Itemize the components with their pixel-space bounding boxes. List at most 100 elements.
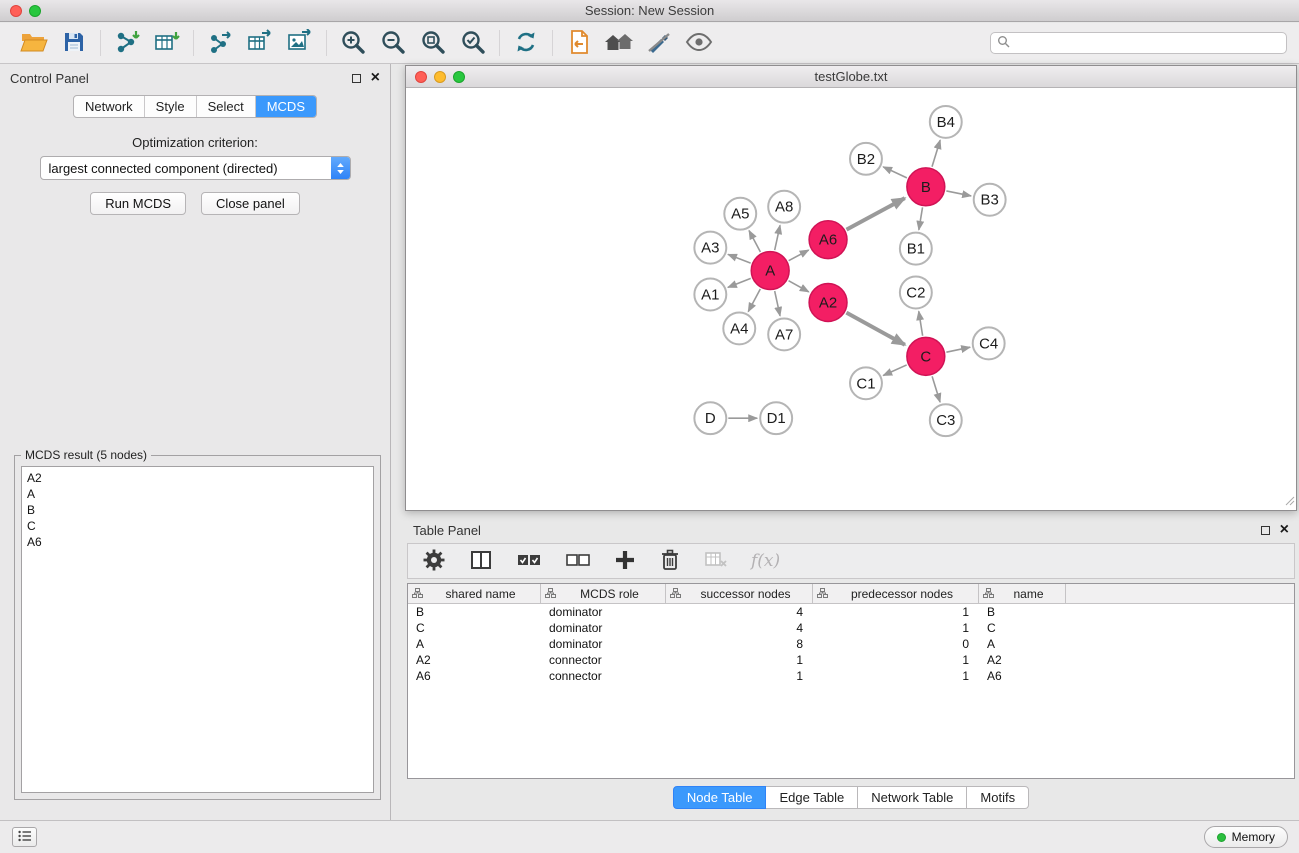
graph-edge-C-C4[interactable]	[946, 347, 970, 352]
network-zoom-button[interactable]	[453, 71, 465, 83]
table-row[interactable]: Bdominator41B	[408, 604, 1294, 620]
zoom-window-button[interactable]	[29, 5, 41, 17]
table-row[interactable]: Adominator80A	[408, 636, 1294, 652]
graph-node-A8[interactable]: A8	[768, 191, 800, 223]
select-all-columns-button[interactable]	[516, 550, 542, 573]
graph-edge-A-A5[interactable]	[749, 230, 760, 252]
graph-edge-A-A8[interactable]	[775, 225, 780, 250]
open-session-button[interactable]	[18, 27, 50, 59]
close-table-panel-icon[interactable]: ×	[1280, 524, 1289, 536]
mcds-result-list[interactable]: A2ABCA6	[21, 466, 374, 793]
export-table-button[interactable]	[244, 27, 276, 59]
table-settings-button[interactable]	[422, 548, 446, 575]
graph-node-C2[interactable]: C2	[900, 277, 932, 309]
result-item[interactable]: B	[27, 502, 368, 518]
export-image-button[interactable]	[284, 27, 316, 59]
tab-motifs[interactable]: Motifs	[967, 786, 1029, 809]
tab-network-table[interactable]: Network Table	[858, 786, 967, 809]
graph-edge-C-C3[interactable]	[932, 376, 940, 402]
table-row[interactable]: Cdominator41C	[408, 620, 1294, 636]
graph-edge-C-C2[interactable]	[919, 311, 923, 335]
tab-edge-table[interactable]: Edge Table	[766, 786, 858, 809]
graph-node-B3[interactable]: B3	[974, 184, 1006, 216]
fit-content-button[interactable]	[417, 27, 449, 59]
graph-node-C4[interactable]: C4	[973, 327, 1005, 359]
close-window-button[interactable]	[10, 5, 22, 17]
graph-edge-B-B2[interactable]	[883, 167, 907, 178]
close-panel-icon[interactable]: ×	[371, 72, 380, 84]
graph-node-D1[interactable]: D1	[760, 402, 792, 434]
graphics-details-button[interactable]	[643, 27, 675, 59]
tab-network[interactable]: Network	[74, 96, 145, 117]
graph-edge-B-B1[interactable]	[919, 207, 923, 229]
result-item[interactable]: A	[27, 486, 368, 502]
graph-node-A5[interactable]: A5	[724, 198, 756, 230]
graph-node-C[interactable]: C	[907, 337, 945, 375]
graph-edge-A-A3[interactable]	[728, 254, 751, 263]
zoom-in-button[interactable]	[337, 27, 369, 59]
export-network-button[interactable]	[204, 27, 236, 59]
graph-edge-A-A2[interactable]	[789, 281, 809, 292]
table-row[interactable]: A6connector11A6	[408, 668, 1294, 684]
graph-node-C1[interactable]: C1	[850, 367, 882, 399]
task-history-button[interactable]	[12, 827, 37, 847]
result-item[interactable]: A2	[27, 470, 368, 486]
graph-edge-C-C1[interactable]	[883, 365, 906, 376]
criterion-dropdown[interactable]: largest connected component (directed)	[40, 156, 351, 180]
graph-node-B[interactable]: B	[907, 168, 945, 206]
graph-node-B4[interactable]: B4	[930, 106, 962, 138]
graph-edge-A-A6[interactable]	[789, 250, 809, 261]
float-panel-icon[interactable]	[352, 74, 361, 83]
table-row[interactable]: A2connector11A2	[408, 652, 1294, 668]
delete-column-button[interactable]	[659, 548, 681, 575]
show-columns-button[interactable]	[469, 548, 493, 575]
graph-node-C3[interactable]: C3	[930, 404, 962, 436]
graph-edge-A-A7[interactable]	[775, 291, 780, 316]
window-titlebar[interactable]: Session: New Session	[0, 0, 1299, 22]
resize-grip-icon[interactable]	[1283, 494, 1295, 509]
network-close-button[interactable]	[415, 71, 427, 83]
fit-selected-button[interactable]	[457, 27, 489, 59]
result-item[interactable]: C	[27, 518, 368, 534]
import-table-button[interactable]	[151, 27, 183, 59]
graph-node-A1[interactable]: A1	[694, 279, 726, 311]
import-network-button[interactable]	[111, 27, 143, 59]
network-canvas[interactable]: B4B2BB3A5A8A6A3B1AA1C2A2A4A7C4CC1DD1C3	[406, 89, 1296, 510]
result-item[interactable]: A6	[27, 534, 368, 550]
graph-node-A7[interactable]: A7	[768, 318, 800, 350]
graph-node-B1[interactable]: B1	[900, 233, 932, 265]
refresh-layout-button[interactable]	[510, 27, 542, 59]
graph-edge-A2-C[interactable]	[846, 313, 904, 345]
graph-edge-B-B4[interactable]	[932, 140, 940, 167]
save-session-button[interactable]	[58, 27, 90, 59]
graph-node-A[interactable]: A	[751, 252, 789, 290]
graph-node-A2[interactable]: A2	[809, 284, 847, 322]
column-header-MCDS-role[interactable]: MCDS role	[541, 584, 666, 603]
graph-node-D[interactable]: D	[694, 402, 726, 434]
graph-node-A6[interactable]: A6	[809, 221, 847, 259]
search-input[interactable]	[1015, 36, 1280, 50]
column-header-successor-nodes[interactable]: successor nodes	[666, 584, 813, 603]
zoom-out-button[interactable]	[377, 27, 409, 59]
home-view-button[interactable]	[603, 27, 635, 59]
memory-button[interactable]: Memory	[1204, 826, 1288, 848]
column-header-shared-name[interactable]: shared name	[408, 584, 541, 603]
column-header-predecessor-nodes[interactable]: predecessor nodes	[813, 584, 979, 603]
add-column-button[interactable]	[614, 549, 636, 574]
graph-edge-A-A1[interactable]	[728, 278, 751, 287]
column-header-name[interactable]: name	[979, 584, 1066, 603]
graph-node-A3[interactable]: A3	[694, 232, 726, 264]
tab-mcds[interactable]: MCDS	[256, 96, 316, 117]
graph-edge-A6-B[interactable]	[847, 198, 905, 230]
deselect-all-columns-button[interactable]	[565, 550, 591, 573]
graph-edge-B-B3[interactable]	[946, 191, 971, 196]
show-hide-button[interactable]	[683, 27, 715, 59]
tab-node-table[interactable]: Node Table	[673, 786, 767, 809]
tab-style[interactable]: Style	[145, 96, 197, 117]
float-table-panel-icon[interactable]	[1261, 526, 1270, 535]
network-minimize-button[interactable]	[434, 71, 446, 83]
first-neighbors-button[interactable]	[563, 27, 595, 59]
network-window-titlebar[interactable]: testGlobe.txt	[406, 66, 1296, 88]
run-mcds-button[interactable]: Run MCDS	[90, 192, 186, 215]
tab-select[interactable]: Select	[197, 96, 256, 117]
